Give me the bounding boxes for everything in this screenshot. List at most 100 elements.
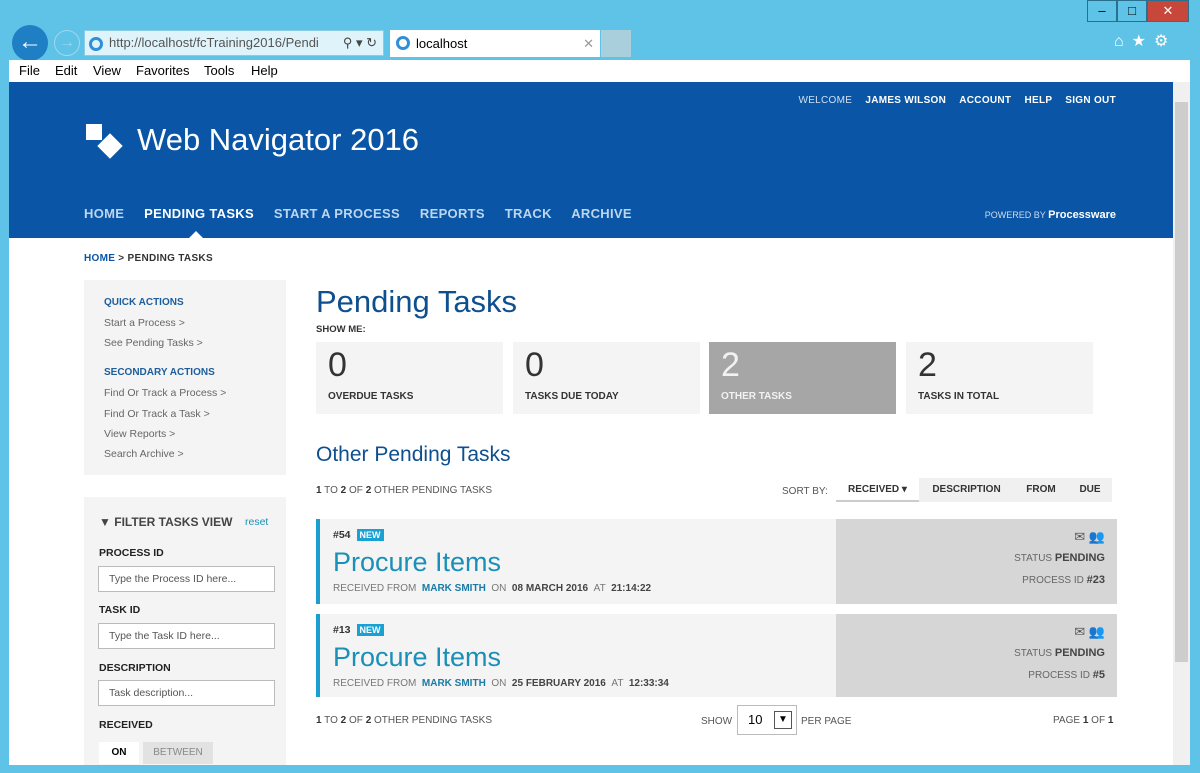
close-tab-icon[interactable]: ✕ [583,30,594,57]
chevron-down-icon: ▼ [774,711,792,729]
breadcrumb-separator: > [118,253,125,264]
logo-icon [84,122,124,162]
site-header: WELCOME JAMES WILSON ACCOUNT HELP SIGN O… [9,82,1173,238]
task-meta: RECEIVED FROM MARK SMITH ON 08 MARCH 201… [333,583,652,594]
brand-name: Processware [1048,209,1116,221]
menu-file[interactable]: File [19,63,40,78]
app-title: Web Navigator 2016 [137,122,420,157]
close-button[interactable]: ✕ [1147,0,1189,22]
task-id: #54 [333,529,351,541]
task-row[interactable]: #54 NEW Procure Items RECEIVED FROM MARK … [316,519,1117,604]
sort-received[interactable]: RECEIVED ▾ [836,478,919,502]
signout-link[interactable]: SIGN OUT [1065,95,1116,106]
task-row[interactable]: #13 NEW Procure Items RECEIVED FROM MARK … [316,614,1117,697]
link-start-process[interactable]: Start a Process > [104,317,185,329]
menu-tools[interactable]: Tools [204,63,234,78]
card-count: 0 [328,346,347,384]
link-view-reports[interactable]: View Reports > [104,428,175,440]
card-overdue[interactable]: 0 OVERDUE TASKS [316,342,503,414]
card-count: 2 [721,346,740,384]
card-label: OTHER TASKS [721,391,792,402]
task-id-input[interactable]: Type the Task ID here... [98,623,275,649]
sort-label: SORT BY: [782,486,828,497]
tab-title: localhost [416,36,468,51]
url-text: http://localhost/fcTraining2016/Pendi [109,35,319,50]
sort-from[interactable]: FROM [1014,478,1068,502]
nav-archive[interactable]: ARCHIVE [571,206,632,221]
active-nav-pointer [189,231,203,238]
welcome-text: WELCOME [798,95,853,106]
menu-help[interactable]: Help [251,63,278,78]
section-title: Other Pending Tasks [316,443,511,466]
web-page: WELCOME JAMES WILSON ACCOUNT HELP SIGN O… [9,82,1173,765]
received-on-toggle[interactable]: ON [99,742,139,764]
home-star-gear-icons[interactable]: ⌂★⚙ [1114,31,1176,51]
task-id-label: TASK ID [99,604,141,616]
sort-description[interactable]: DESCRIPTION [919,478,1014,502]
group-icon[interactable]: 👥 [1089,529,1105,544]
maximize-button[interactable]: □ [1117,0,1147,22]
menu-edit[interactable]: Edit [55,63,77,78]
breadcrumb-current: PENDING TASKS [127,253,213,264]
new-badge: NEW [356,624,384,636]
secondary-actions-title: SECONDARY ACTIONS [104,367,215,378]
received-between-toggle[interactable]: BETWEEN [143,742,213,764]
new-badge: NEW [356,529,384,541]
task-status-panel: ✉ 👥 STATUS PENDING PROCESS ID #23 [836,519,1117,604]
nav-reports[interactable]: REPORTS [420,206,485,221]
page-title: Pending Tasks [316,284,518,319]
main-nav: HOME PENDING TASKS START A PROCESS REPOR… [84,206,648,221]
per-page-label: PER PAGE [801,716,852,727]
account-link[interactable]: ACCOUNT [959,95,1011,106]
sort-due[interactable]: DUE [1068,478,1112,502]
nav-home[interactable]: HOME [84,206,124,221]
ie-icon [396,36,410,50]
card-due-today[interactable]: 0 TASKS DUE TODAY [513,342,700,414]
breadcrumb-home[interactable]: HOME [84,253,115,264]
task-name[interactable]: Procure Items [333,547,501,578]
nav-start-process[interactable]: START A PROCESS [274,206,400,221]
card-label: TASKS IN TOTAL [918,391,1000,402]
back-button[interactable]: ← [12,25,48,61]
minimize-button[interactable]: – [1087,0,1117,22]
group-icon[interactable]: 👥 [1089,624,1105,639]
browser-tab[interactable]: localhost ✕ [390,30,600,57]
card-label: OVERDUE TASKS [328,391,414,402]
task-name[interactable]: Procure Items [333,642,501,673]
menu-view[interactable]: View [93,63,121,78]
show-label: SHOW [701,716,733,727]
show-me-label: SHOW ME: [316,324,366,335]
task-id: #13 [333,624,351,636]
vertical-scrollbar[interactable] [1173,82,1190,765]
help-link[interactable]: HELP [1024,95,1052,106]
page-indicator: PAGE 1 OF 1 [1053,715,1114,726]
received-label: RECEIVED [99,719,153,731]
process-id-label: PROCESS ID [99,547,164,559]
link-track-process[interactable]: Find Or Track a Process > [104,387,226,399]
new-tab-button[interactable] [601,30,631,57]
task-meta: RECEIVED FROM MARK SMITH ON 25 FEBRUARY … [333,678,669,689]
link-track-task[interactable]: Find Or Track a Task > [104,408,210,420]
link-see-pending[interactable]: See Pending Tasks > [104,337,203,349]
link-search-archive[interactable]: Search Archive > [104,448,184,460]
nav-pending-tasks[interactable]: PENDING TASKS [144,206,254,221]
envelope-icon[interactable]: ✉ [1074,529,1085,544]
powered-by-label: POWERED BY [984,210,1046,220]
card-other-tasks[interactable]: 2 OTHER TASKS [709,342,896,414]
search-refresh-icon[interactable]: ⚲ ▾ ↻ [343,31,377,55]
user-link[interactable]: JAMES WILSON [865,95,946,106]
nav-track[interactable]: TRACK [505,206,552,221]
address-bar[interactable]: http://localhost/fcTraining2016/Pendi ⚲ ▾… [84,30,384,56]
description-input[interactable]: Task description... [98,680,275,706]
reset-link[interactable]: reset [245,516,268,528]
menu-favorites[interactable]: Favorites [136,63,189,78]
card-total[interactable]: 2 TASKS IN TOTAL [906,342,1093,414]
results-count: 1 TO 2 OF 2 OTHER PENDING TASKS [316,485,493,496]
ie-icon [89,37,103,51]
filter-panel: ▼ FILTER TASKS VIEW reset PROCESS ID Typ… [84,497,286,765]
scrollbar-thumb[interactable] [1175,102,1188,662]
per-page-select[interactable]: 10 ▼ [737,705,797,735]
envelope-icon[interactable]: ✉ [1074,624,1085,639]
process-id-input[interactable]: Type the Process ID here... [98,566,275,592]
forward-button[interactable]: → [54,30,80,56]
